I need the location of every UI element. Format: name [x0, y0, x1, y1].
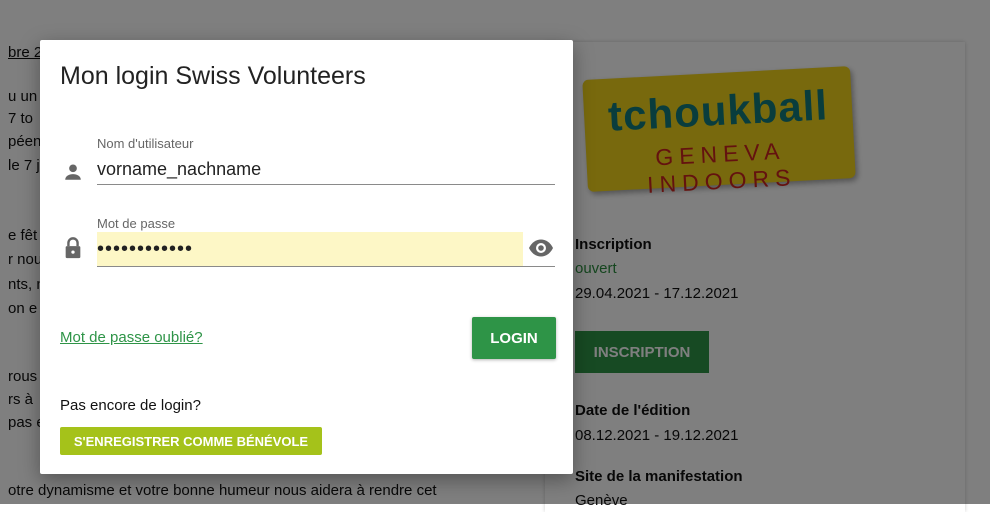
username-input[interactable]: [97, 154, 555, 185]
login-dialog: Mon login Swiss Volunteers Nom d'utilisa…: [40, 40, 573, 474]
password-input[interactable]: [97, 232, 523, 266]
username-label: Nom d'utilisateur: [97, 136, 194, 151]
eye-icon[interactable]: [527, 236, 555, 265]
dialog-title: Mon login Swiss Volunteers: [60, 62, 366, 90]
person-icon: [62, 161, 84, 188]
login-button[interactable]: LOGIN: [472, 317, 556, 359]
password-underline: [97, 266, 555, 267]
password-label: Mot de passe: [97, 216, 176, 231]
lock-icon: [62, 236, 84, 265]
no-login-text: Pas encore de login?: [60, 397, 201, 414]
register-volunteer-button[interactable]: S'ENREGISTRER COMME BÉNÉVOLE: [60, 427, 322, 455]
forgot-password-link[interactable]: Mot de passe oublié?: [60, 329, 203, 346]
